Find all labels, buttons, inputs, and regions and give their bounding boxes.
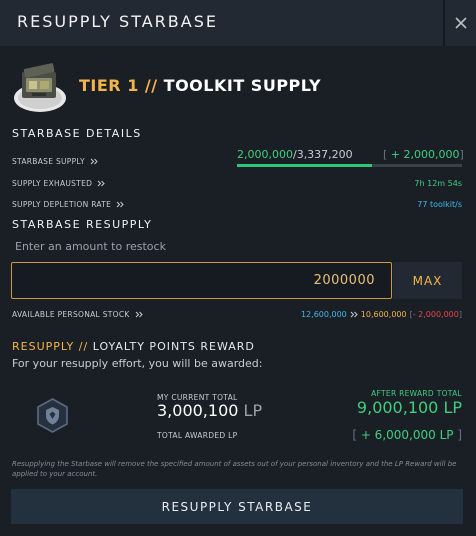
supply-progress-fill <box>237 164 372 167</box>
close-button[interactable] <box>443 0 476 46</box>
total-awarded-value: [ + 6,000,000 LP ] <box>352 428 462 442</box>
stock-change-close: ] <box>458 310 462 319</box>
starbase-supply-label: STARBASE SUPPLY <box>12 157 98 166</box>
amount-input[interactable] <box>11 262 392 299</box>
starbase-resupply-title: STARBASE RESUPPLY <box>12 218 153 231</box>
starbase-supply-label-text: STARBASE SUPPLY <box>12 157 85 166</box>
supply-exhausted-label: SUPPLY EXHAUSTED <box>12 179 105 188</box>
total-awarded-label: TOTAL AWARDED LP <box>157 431 238 440</box>
awarded-close: ] <box>453 428 462 442</box>
stock-change: - 2,000,000 <box>412 310 459 319</box>
supply-depletion-label-text: SUPPLY DEPLETION RATE <box>12 200 112 209</box>
dialog-header: RESUPPLY STARBASE <box>0 0 476 46</box>
reward-title: RESUPPLY // LOYALTY POINTS REWARD <box>12 340 255 353</box>
supply-progress-bar <box>237 164 462 167</box>
chevron-double-right-icon <box>350 311 358 318</box>
after-reward-total: 9,000,100 LP <box>356 398 462 417</box>
supply-added-value: + 2,000,000 <box>390 148 460 161</box>
stock-after: 10,600,000 <box>360 310 407 319</box>
supply-current: 2,000,000 <box>237 148 293 161</box>
lp-shield-badge-icon <box>37 398 68 433</box>
supply-depletion-value: 77 toolkit/s <box>417 200 462 209</box>
supply-depletion-label: SUPPLY DEPLETION RATE <box>12 200 124 209</box>
resupply-starbase-button[interactable]: RESUPPLY STARBASE <box>11 489 463 524</box>
personal-stock-values: 12,600,000 10,600,000 [- 2,000,000] <box>301 310 462 319</box>
supply-max: /3,337,200 <box>292 148 353 161</box>
reward-title-prefix: RESUPPLY // <box>12 340 89 353</box>
reward-subtitle: For your resupply effort, you will be aw… <box>12 357 263 370</box>
supply-exhausted-label-text: SUPPLY EXHAUSTED <box>12 179 93 188</box>
stock-current: 12,600,000 <box>300 310 347 319</box>
awarded-amount: + 6,000,000 LP <box>360 428 454 442</box>
close-icon <box>454 17 467 29</box>
supply-added-open: [ <box>383 148 391 161</box>
current-total-value: 3,000,100 <box>157 401 239 420</box>
current-total: 3,000,100 LP <box>157 401 262 420</box>
tier-row: TIER 1 // TOOLKIT SUPPLY <box>12 58 462 114</box>
supply-added-close: ] <box>459 148 464 161</box>
toolkit-crate-icon <box>14 63 66 112</box>
disclaimer-text: Resupplying the Starbase will remove the… <box>12 460 457 478</box>
supply-exhausted-value: 7h 12m 54s <box>414 179 462 188</box>
tier-prefix: TIER 1 // <box>79 76 158 95</box>
current-total-unit: LP <box>243 401 263 420</box>
dialog-title: RESUPPLY STARBASE <box>17 12 218 31</box>
personal-stock-label: AVAILABLE PERSONAL STOCK <box>12 310 143 319</box>
awarded-open: [ <box>352 428 361 442</box>
reward-title-text: LOYALTY POINTS REWARD <box>92 340 255 353</box>
amount-hint: Enter an amount to restock <box>15 240 166 253</box>
max-button[interactable]: MAX <box>393 262 462 299</box>
chevron-double-right-icon <box>135 311 143 318</box>
tier-title: TIER 1 // TOOLKIT SUPPLY <box>79 76 321 95</box>
chevron-double-right-icon <box>97 180 105 187</box>
after-reward-label: AFTER REWARD TOTAL <box>371 389 462 398</box>
chevron-double-right-icon <box>116 201 124 208</box>
chevron-double-right-icon <box>90 158 98 165</box>
tier-name: TOOLKIT SUPPLY <box>163 76 322 95</box>
supply-added: [ + 2,000,000] <box>383 148 464 161</box>
personal-stock-label-text: AVAILABLE PERSONAL STOCK <box>12 310 130 319</box>
starbase-details-title: STARBASE DETAILS <box>12 127 142 140</box>
supply-value: 2,000,000/3,337,200 <box>237 148 353 161</box>
